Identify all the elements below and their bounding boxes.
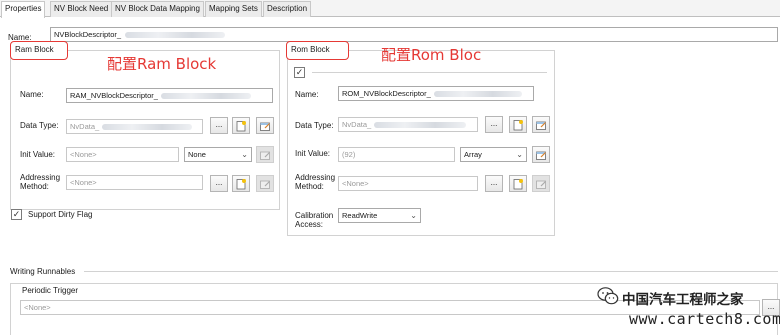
chevron-down-icon: ⌄ [410,211,417,220]
ram-data-type-edit-button[interactable] [256,117,274,134]
rom-block-separator [312,72,547,73]
rom-name-input[interactable]: ROM_NVBlockDescriptor_ [338,86,534,101]
ram-init-value-select[interactable]: None ⌄ [184,147,252,162]
tab-properties[interactable]: Properties [1,1,46,18]
rom-addressing-label-line1: Addressing [295,173,336,182]
ram-init-value-edit-button [256,146,274,163]
new-file-icon [513,179,523,190]
wechat-icon [597,287,619,305]
rom-data-type-label: Data Type: [295,121,334,130]
rom-addressing-edit-button [532,175,550,192]
ram-addressing-edit-button [256,175,274,192]
rom-addressing-label-line2: Method: [295,182,324,191]
rom-init-value-select[interactable]: Array ⌄ [460,147,527,162]
ram-data-type-value: NvData_ [70,122,100,131]
rom-addressing-browse-button[interactable]: ... [485,175,503,192]
writing-runnables-separator [84,271,778,272]
watermark-title: 中国汽车工程师之家 [622,292,744,308]
name-input[interactable]: NVBlockDescriptor_ [50,27,778,42]
ram-init-value-input[interactable]: <None> [66,147,179,162]
edit-properties-icon [260,122,270,131]
tab-mapping-sets[interactable]: Mapping Sets [205,1,262,17]
ram-data-type-input[interactable]: NvData_ [66,119,203,134]
rom-calibration-label-line2: Access: [295,220,324,229]
writing-runnables-title: Writing Runnables [10,267,76,276]
rom-data-type-new-button[interactable] [509,116,527,133]
edit-properties-icon [260,180,270,189]
ram-name-label: Name: [20,90,44,99]
rom-calibration-select[interactable]: ReadWrite ⌄ [338,208,421,223]
ram-addressing-new-button[interactable] [232,175,250,192]
rom-init-value-input[interactable]: (92) [338,147,455,162]
redacted-text [433,91,522,98]
ram-name-input[interactable]: RAM_NVBlockDescriptor_ [66,88,273,103]
ram-name-value: RAM_NVBlockDescriptor_ [70,91,158,100]
ram-data-type-browse-button[interactable]: ... [210,117,228,134]
rom-name-label: Name: [295,90,319,99]
rom-init-select-value: Array [464,150,482,159]
tab-description[interactable]: Description [263,1,312,17]
new-file-icon [236,121,246,132]
rom-addressing-new-button[interactable] [509,175,527,192]
new-file-icon [236,179,246,190]
ram-block-annotation: 配置Ram Block [107,55,217,73]
rom-block-group [287,50,555,236]
rom-calibration-value: ReadWrite [342,211,378,220]
rom-block-annotation: 配置Rom Bloc [381,46,482,64]
watermark-url: www.cartech8.com [629,310,780,328]
ram-block-title: Ram Block [10,41,68,60]
redacted-text [374,122,467,129]
tab-bar: Properties NV Block Need NV Block Data M… [0,0,780,18]
rom-init-value-edit-button[interactable] [532,146,550,163]
rom-block-enable-checkbox[interactable]: ✓ [294,67,305,78]
rom-addressing-input[interactable]: <None> [338,176,478,191]
edit-properties-icon [536,151,546,160]
redacted-text [125,32,226,39]
ram-addressing-label-line1: Addressing [20,173,61,182]
chevron-down-icon: ⌄ [516,150,523,159]
tab-nv-block-data-mapping[interactable]: NV Block Data Mapping [111,1,204,17]
ram-addressing-browse-button[interactable]: ... [210,175,228,192]
rom-data-type-edit-button[interactable] [532,116,550,133]
chevron-down-icon: ⌄ [241,150,248,159]
edit-properties-icon [260,151,270,160]
new-file-icon [513,120,523,131]
ram-data-type-new-button[interactable] [232,117,250,134]
ram-init-select-value: None [188,150,206,159]
name-value: NVBlockDescriptor_ [54,30,122,39]
ram-init-value-label: Init Value: [20,150,55,159]
redacted-text [160,93,251,100]
edit-properties-icon [536,180,546,189]
periodic-trigger-label: Periodic Trigger [20,286,81,295]
rom-init-value-label: Init Value: [295,149,330,158]
tab-nv-block-need[interactable]: NV Block Need [50,1,113,17]
rom-calibration-label-line1: Calibration [295,211,334,220]
rom-data-type-input[interactable]: NvData_ [338,117,478,132]
support-dirty-flag-checkbox[interactable]: ✓ [11,209,22,220]
rom-block-title: Rom Block [286,41,349,60]
edit-properties-icon [536,121,546,130]
ram-addressing-label-line2: Method: [20,182,49,191]
redacted-text [102,124,193,131]
rom-data-type-value: NvData_ [342,120,372,129]
ram-data-type-label: Data Type: [20,121,59,130]
ram-addressing-input[interactable]: <None> [66,175,203,190]
support-dirty-flag-label: Support Dirty Flag [28,210,93,219]
rom-data-type-browse-button[interactable]: ... [485,116,503,133]
rom-name-value: ROM_NVBlockDescriptor_ [342,89,431,98]
